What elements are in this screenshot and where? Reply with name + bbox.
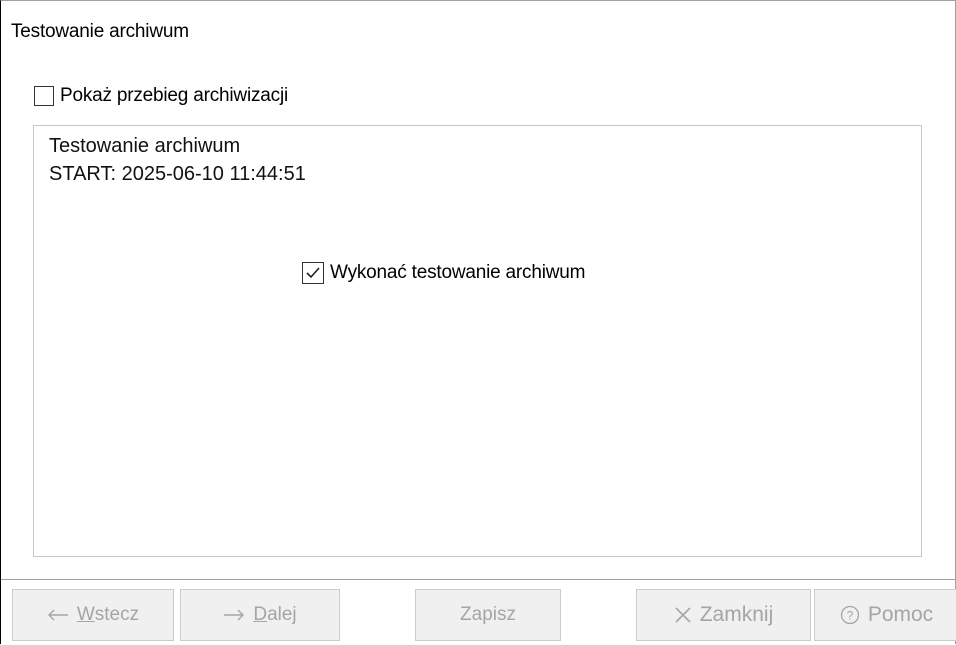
close-x-icon [674,606,692,624]
svg-text:?: ? [846,609,853,623]
back-button[interactable]: Wstecz [12,589,174,641]
save-button-label: Zapisz [460,604,516,625]
help-circle-icon: ? [840,605,860,625]
show-progress-checkbox[interactable]: Pokaż przebieg archiwizacji [34,85,288,107]
arrow-left-icon [47,609,69,621]
next-button-label: Dalej [253,604,297,625]
log-line: START: 2025-06-10 11:44:51 [49,163,306,185]
save-button[interactable]: Zapisz [415,589,561,641]
help-button-label: Pomoc [867,603,934,626]
back-button-label: Wstecz [76,604,140,625]
perform-test-label[interactable]: Wykonać testowanie archiwum [330,262,585,284]
show-progress-label[interactable]: Pokaż przebieg archiwizacji [60,85,288,107]
archive-test-dialog: Testowanie archiwum Pokaż przebieg archi… [0,0,956,644]
close-button-label: Zamknij [699,603,774,626]
checkmark-icon [306,267,320,279]
arrow-right-icon [223,609,245,621]
page-title: Testowanie archiwum [11,21,189,42]
show-progress-checkbox-box[interactable] [34,86,54,106]
help-button[interactable]: ? Pomoc [814,589,956,641]
log-panel: Testowanie archiwum START: 2025-06-10 11… [33,125,922,557]
perform-test-checkbox-box[interactable] [302,262,324,284]
next-button[interactable]: Dalej [180,589,340,641]
button-bar-divider [1,579,955,580]
log-line: Testowanie archiwum [49,135,241,157]
perform-test-checkbox[interactable]: Wykonać testowanie archiwum [302,262,585,284]
close-button[interactable]: Zamknij [636,589,811,641]
